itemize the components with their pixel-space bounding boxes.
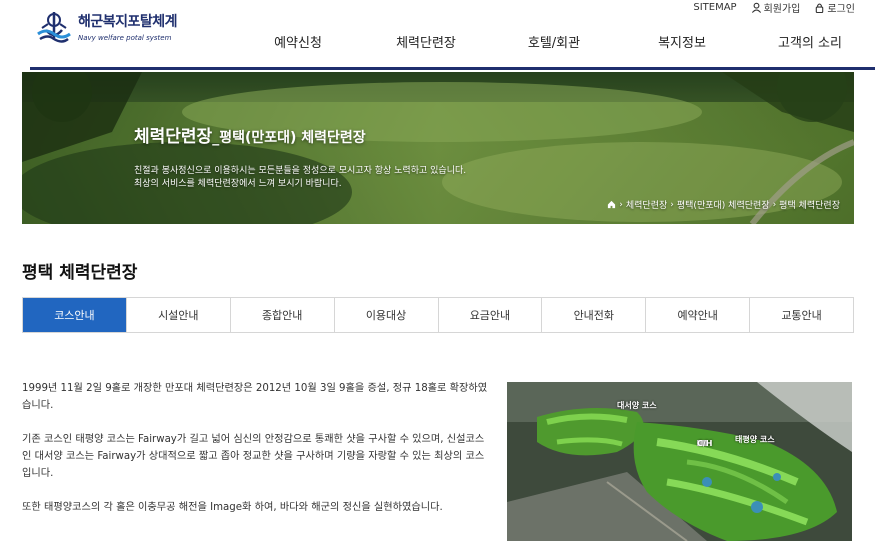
course-description: 1999년 11월 2일 9홀로 개장한 만포대 체력단련장은 2012년 10… — [22, 380, 488, 533]
breadcrumb-sep-icon: › — [772, 199, 777, 210]
user-icon — [751, 2, 761, 13]
header-divider — [30, 67, 875, 70]
breadcrumb-sep-icon: › — [619, 199, 623, 210]
login-label: 로그인 — [827, 3, 855, 15]
label-pacific-course: 태평양 코스 — [735, 435, 775, 444]
course-aerial-map: 대서양 코스 태평양 코스 C/H — [507, 382, 852, 541]
banner-desc-line2: 최상의 서비스를 체력단련장에서 느껴 보시기 바랍니다. — [134, 179, 342, 189]
paragraph-1: 1999년 11월 2일 9홀로 개장한 만포대 체력단련장은 2012년 10… — [22, 383, 488, 411]
label-atlantic-course: 대서양 코스 — [617, 401, 657, 410]
breadcrumb-item-2[interactable]: 평택(만포대) 체력단련장 — [677, 198, 770, 211]
label-clubhouse: C/H — [697, 439, 713, 448]
navy-emblem-icon — [37, 12, 71, 43]
home-icon[interactable] — [607, 200, 616, 209]
tab-phone[interactable]: 안내전화 — [541, 298, 646, 332]
nav-fitness[interactable]: 체력단련장 — [362, 32, 490, 51]
banner-title-sub: _평택(만포대) 체력단련장 — [212, 130, 366, 146]
tab-course[interactable]: 코스안내 — [23, 298, 126, 332]
join-link[interactable]: 회원가입 — [751, 0, 801, 15]
lock-icon — [816, 3, 824, 13]
sitemap-link[interactable]: SITEMAP — [693, 2, 736, 13]
banner-desc-line1: 친절과 봉사정신으로 이용하시는 모든분들을 정성으로 모시고자 항상 노력하고… — [134, 166, 467, 176]
site-logo[interactable]: 해군복지포탈체계 Navy welfare potal system — [34, 8, 184, 52]
breadcrumb: › 체력단련장 › 평택(만포대) 체력단련장 › 평택 체력단련장 — [607, 198, 840, 211]
site-subtitle: Navy welfare potal system — [78, 34, 172, 42]
nav-welfare-info[interactable]: 복지정보 — [618, 32, 746, 51]
paragraph-2: 기존 코스인 태평양 코스는 Fairway가 길고 넓어 심신의 안정감으로 … — [22, 434, 485, 479]
nav-customer-voice[interactable]: 고객의 소리 — [746, 32, 874, 51]
tab-eligibility[interactable]: 이용대상 — [333, 298, 438, 332]
nav-reservation[interactable]: 예약신청 — [234, 32, 362, 51]
login-link[interactable]: 로그인 — [814, 0, 855, 15]
page-title: 평택 체력단련장 — [22, 263, 138, 283]
site-name: 해군복지포탈체계 — [78, 14, 178, 30]
tab-facilities[interactable]: 시설안내 — [125, 298, 230, 332]
utility-links: SITEMAP 회원가입 로그인 — [693, 0, 855, 15]
paragraph-3: 또한 태평양코스의 각 홀은 이충무공 해전을 Image화 하여, 바다와 해… — [22, 502, 443, 513]
breadcrumb-item-1[interactable]: 체력단련장 — [626, 198, 667, 211]
hero-banner: 체력단련장_평택(만포대) 체력단련장 친절과 봉사정신으로 이용하시는 모든분… — [22, 72, 854, 224]
tab-general[interactable]: 종합안내 — [229, 298, 334, 332]
banner-title: 체력단련장_평택(만포대) 체력단련장 — [134, 122, 366, 147]
breadcrumb-item-3[interactable]: 평택 체력단련장 — [779, 198, 840, 211]
breadcrumb-sep-icon: › — [670, 199, 674, 210]
join-label: 회원가입 — [763, 3, 801, 15]
banner-description: 친절과 봉사정신으로 이용하시는 모든분들을 정성으로 모시고자 항상 노력하고… — [134, 165, 466, 191]
banner-title-main: 체력단련장 — [134, 127, 213, 147]
aerial-photo — [507, 382, 852, 541]
sub-tabs: 코스안내 시설안내 종합안내 이용대상 요금안내 안내전화 예약안내 교통안내 — [22, 297, 854, 333]
tab-transport[interactable]: 교통안내 — [749, 298, 853, 332]
site-header: 해군복지포탈체계 Navy welfare potal system SITEM… — [0, 0, 875, 70]
tab-reservation[interactable]: 예약안내 — [645, 298, 750, 332]
tab-fees[interactable]: 요금안내 — [437, 298, 542, 332]
main-navigation: 예약신청 체력단련장 호텔/회관 복지정보 고객의 소리 — [234, 32, 874, 51]
nav-hotel[interactable]: 호텔/회관 — [490, 32, 618, 51]
